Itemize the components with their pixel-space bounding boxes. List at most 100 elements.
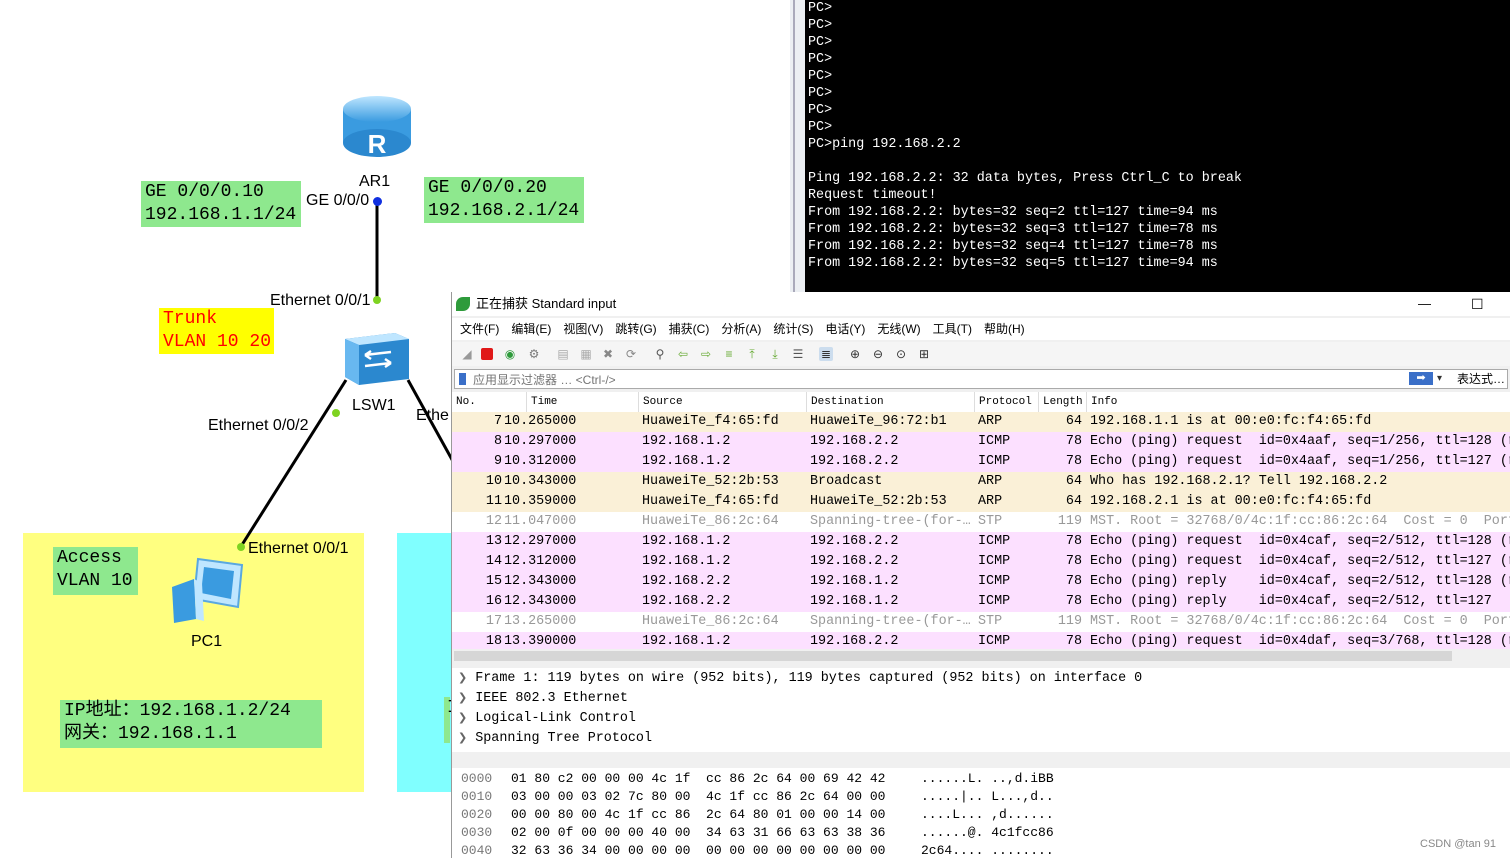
terminal-window-edge: [790, 0, 805, 292]
packet-row[interactable]: 16 12.343000 192.168.2.2 192.168.1.2 ICMP 78 E…: [452, 592, 1510, 612]
packet-row[interactable]: 12 11.047000 HuaweiTe_86:2c:64 Spanning-tre…: [452, 512, 1510, 532]
trunk-note[interactable]: Trunk VLAN 10 20: [159, 308, 274, 354]
save-file-icon[interactable]: ▦: [579, 347, 593, 361]
go-forward-icon[interactable]: ⇨: [699, 347, 713, 361]
chevron-right-icon[interactable]: ❯: [458, 671, 467, 684]
packet-row[interactable]: 8 10.297000 192.168.1.2 192.168.2.2 ICMP 78 Ec…: [452, 432, 1510, 452]
menu-item[interactable]: 电话(Y): [825, 322, 865, 336]
access-note[interactable]: Access VLAN 10: [53, 547, 138, 595]
terminal-line: PC>: [808, 1, 833, 16]
find-packet-icon[interactable]: ⚲: [653, 347, 667, 361]
col-length[interactable]: Length: [1038, 392, 1087, 412]
bytes-row[interactable]: 0040 32 63 36 34 00 00 00 00 00 00 00 00 …: [461, 842, 1054, 858]
chevron-right-icon[interactable]: ❯: [458, 731, 467, 744]
restart-capture-icon[interactable]: ◉: [503, 347, 517, 361]
menu-item[interactable]: 帮助(H): [984, 322, 1025, 336]
start-capture-icon[interactable]: ◢: [460, 347, 474, 361]
menu-item[interactable]: 文件(F): [460, 322, 499, 336]
packet-list-hscroll[interactable]: [452, 649, 1510, 663]
packet-len: 64: [1065, 494, 1082, 509]
packet-row[interactable]: 13 12.297000 192.168.1.2 192.168.2.2 ICMP 78 E…: [452, 532, 1510, 552]
display-filter-input[interactable]: [471, 371, 1395, 389]
zoom-out-icon[interactable]: ⊖: [871, 347, 885, 361]
switch-port-left-dot: [332, 409, 340, 417]
filter-expression-button[interactable]: 表达式…: [1457, 370, 1505, 388]
first-packet-icon[interactable]: ⤒: [745, 347, 759, 361]
bytes-row[interactable]: 0030 02 00 0f 00 00 00 40 00 34 63 31 66 …: [461, 824, 1054, 842]
reload-file-icon[interactable]: ⟳: [624, 347, 638, 361]
packet-info: MST. Root = 32768/0/4c:1f:cc:86:2c:64 Co…: [1090, 514, 1510, 529]
col-source[interactable]: Source: [638, 392, 807, 412]
packet-row[interactable]: 15 12.343000 192.168.2.2 192.168.1.2 ICMP 78 E…: [452, 572, 1510, 592]
zoom-in-icon[interactable]: ⊕: [848, 347, 862, 361]
colorize-icon[interactable]: ≣: [819, 347, 833, 361]
col-time[interactable]: Time: [526, 392, 639, 412]
close-file-icon[interactable]: ✖: [601, 347, 615, 361]
packet-src: HuaweiTe_52:2b:53: [642, 474, 779, 489]
subinterface-10-note[interactable]: GE 0/0/0.10 192.168.1.1/24: [141, 181, 301, 227]
minimize-button[interactable]: —: [1418, 292, 1431, 316]
packet-proto: STP: [978, 614, 1003, 629]
filter-history-chevron-icon[interactable]: ▾: [1437, 370, 1442, 388]
capture-options-icon[interactable]: ⚙: [527, 347, 541, 361]
normal-size-icon[interactable]: ⊙: [894, 347, 908, 361]
detail-row[interactable]: ❯ Frame 1: 119 bytes on wire (952 bits), …: [458, 668, 1142, 689]
bytes-ascii: ....L... ,d......: [921, 807, 1054, 822]
packet-row[interactable]: 10 10.343000 HuaweiTe_52:2b:53 Broadcast ARP…: [452, 472, 1510, 492]
packet-row[interactable]: 9 10.312000 192.168.1.2 192.168.2.2 ICMP 78 Ec…: [452, 452, 1510, 472]
menu-item[interactable]: 工具(T): [933, 322, 972, 336]
chevron-right-icon[interactable]: ❯: [458, 691, 467, 704]
packet-row[interactable]: 14 12.312000 192.168.1.2 192.168.2.2 ICMP 78 E…: [452, 552, 1510, 572]
bookmark-icon[interactable]: [459, 373, 466, 385]
pc-icon[interactable]: [168, 553, 248, 625]
col-destination[interactable]: Destination: [806, 392, 975, 412]
chevron-right-icon[interactable]: ❯: [458, 711, 467, 724]
menu-item[interactable]: 无线(W): [877, 322, 920, 336]
resize-columns-icon[interactable]: ⊞: [917, 347, 931, 361]
wireshark-titlebar: 正在捕获 Standard input — ☐: [452, 292, 1510, 316]
go-back-icon[interactable]: ⇦: [676, 347, 690, 361]
terminal-line: PC>: [808, 52, 833, 67]
packet-len: 78: [1065, 434, 1082, 449]
packet-proto: STP: [978, 514, 1003, 529]
menu-item[interactable]: 捕获(C): [669, 322, 710, 336]
detail-row[interactable]: ❯ Spanning Tree Protocol: [458, 728, 652, 749]
router-icon[interactable]: R: [341, 95, 413, 159]
subinterface-20-note[interactable]: GE 0/0/0.20 192.168.2.1/24: [424, 177, 584, 223]
menu-item[interactable]: 分析(A): [721, 322, 761, 336]
packet-len: 78: [1065, 454, 1082, 469]
packet-details: ❯ Frame 1: 119 bytes on wire (952 bits), …: [452, 668, 1510, 752]
packet-len: 78: [1065, 574, 1082, 589]
col-protocol[interactable]: Protocol: [974, 392, 1039, 412]
bytes-row[interactable]: 0000 01 80 c2 00 00 00 4c 1f cc 86 2c 64 …: [461, 770, 1054, 788]
main-toolbar: ◢ ◉ ⚙ ▤ ▦ ✖ ⟳ ⚲ ⇦ ⇨ ≡ ⤒ ⤓ ☰ ≣ ⊕ ⊖ ⊙ ⊞: [452, 342, 1510, 366]
packet-row[interactable]: 7 10.265000 HuaweiTe_f4:65:fd HuaweiTe_96:7…: [452, 412, 1510, 432]
packet-no: 7: [493, 414, 502, 429]
open-file-icon[interactable]: ▤: [556, 347, 570, 361]
detail-row[interactable]: ❯ IEEE 802.3 Ethernet: [458, 688, 628, 709]
col-no[interactable]: No.: [452, 392, 526, 412]
autoscroll-icon[interactable]: ☰: [791, 347, 805, 361]
stop-capture-icon[interactable]: [481, 348, 493, 360]
switch-port-right-label: Ethe: [416, 407, 449, 424]
menu-item[interactable]: 视图(V): [563, 322, 603, 336]
terminal-output[interactable]: PC> PC> PC> PC> PC> PC> PC> PC> PC>ping 192.168.…: [805, 0, 1510, 292]
menu-item[interactable]: 编辑(E): [511, 322, 551, 336]
bytes-row[interactable]: 0020 00 00 80 00 4c 1f cc 86 2c 64 80 01 …: [461, 806, 1054, 824]
menu-item[interactable]: 跳转(G): [615, 322, 656, 336]
switch-icon[interactable]: [343, 325, 411, 385]
terminal-line: From 192.168.2.2: bytes=32 seq=2 ttl=127…: [808, 205, 1218, 220]
packet-proto: ICMP: [978, 574, 1011, 589]
packet-row[interactable]: 11 10.359000 HuaweiTe_f4:65:fd HuaweiTe_52:…: [452, 492, 1510, 512]
maximize-button[interactable]: ☐: [1471, 292, 1484, 316]
menu-item[interactable]: 统计(S): [773, 322, 813, 336]
col-info[interactable]: Info: [1086, 392, 1510, 412]
packet-src: 192.168.1.2: [642, 454, 731, 469]
go-to-packet-icon[interactable]: ≡: [722, 347, 736, 361]
packet-row[interactable]: 17 13.265000 HuaweiTe_86:2c:64 Spanning-tre…: [452, 612, 1510, 632]
apply-filter-arrow-icon[interactable]: ➡: [1409, 372, 1433, 385]
ip-config-note[interactable]: IP地址：192.168.1.2/24 网关：192.168.1.1: [60, 700, 322, 748]
bytes-row[interactable]: 0010 03 00 00 03 02 7c 80 00 4c 1f cc 86 …: [461, 788, 1054, 806]
detail-row[interactable]: ❯ Logical-Link Control: [458, 708, 636, 729]
last-packet-icon[interactable]: ⤓: [768, 347, 782, 361]
